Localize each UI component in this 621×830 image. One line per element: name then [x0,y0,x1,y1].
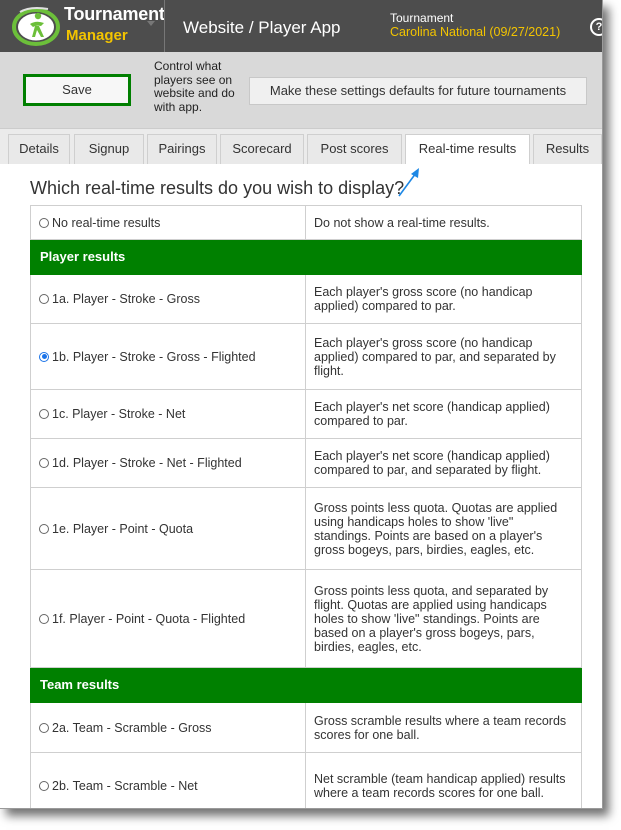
option-description-text: Each player's net score (handicap applie… [314,449,550,477]
option-description: Each player's net score (handicap applie… [305,389,582,439]
option-cell[interactable]: 1a. Player - Stroke - Gross [30,274,306,324]
option-description: Gross scramble results where a team reco… [305,702,582,753]
option-label[interactable]: 1d. Player - Stroke - Net - Flighted [52,456,242,470]
option-label[interactable]: 1e. Player - Point - Quota [52,522,193,536]
page-title: Website / Player App [183,18,341,37]
tournament-label: Tournament [390,11,454,25]
radio-button[interactable] [39,458,49,468]
tab-results[interactable]: Results [533,134,602,164]
option-description-text: Each player's net score (handicap applie… [314,400,550,428]
option-description: Gross points less quota. Quotas are appl… [305,487,582,570]
tab-post-scores[interactable]: Post scores [307,134,402,164]
option-row[interactable]: 1e. Player - Point - Quota Gross points l… [30,487,582,570]
option-row[interactable]: 1f. Player - Point - Quota - Flighted Gro… [30,569,582,668]
option-cell[interactable]: 1d. Player - Stroke - Net - Flighted [30,438,306,488]
option-cell[interactable]: 1c. Player - Stroke - Net [30,389,306,439]
radio-button[interactable] [39,523,49,534]
option-description: Each player's gross score (no handicap a… [305,274,582,324]
save-button[interactable]: Save [23,74,131,106]
option-description: Net scramble (team handicap applied) res… [305,752,582,808]
option-label[interactable]: 1f. Player - Point - Quota - Flighted [52,612,245,626]
option-label[interactable]: No real-time results [52,216,160,230]
radio-button[interactable] [39,217,49,228]
options-table: No real-time results Do not show a real-t… [30,205,582,808]
tab-bar: Details Signup Pairings Scorecard Post s… [0,128,602,165]
control-description: Control what players see on website and … [154,59,235,114]
option-description: Each player's net score (handicap applie… [305,438,582,488]
option-cell[interactable]: 2b. Team - Scramble - Net [30,752,306,808]
section-question: Which real-time results do you wish to d… [30,178,405,198]
option-row[interactable]: 1a. Player - Stroke - Gross Each player's… [30,274,582,324]
section-header-label: Team results [30,667,582,703]
option-label[interactable]: 1c. Player - Stroke - Net [52,407,185,421]
option-label[interactable]: 1a. Player - Stroke - Gross [52,292,200,306]
option-description-text: Do not show a real-time results. [314,215,490,230]
option-row[interactable]: 2a. Team - Scramble - Gross Gross scrambl… [30,702,582,753]
option-cell[interactable]: 1f. Player - Point - Quota - Flighted [30,569,306,668]
option-description-text: Gross scramble results where a team reco… [314,713,567,742]
option-row[interactable]: 1d. Player - Stroke - Net - Flighted Each… [30,438,582,488]
section-header-row: Team results [30,667,582,703]
option-row[interactable]: 1b. Player - Stroke - Gross - Flighted Ea… [30,323,582,390]
option-cell[interactable]: 1b. Player - Stroke - Gross - Flighted [30,323,306,390]
tab-scorecard[interactable]: Scorecard [220,134,304,164]
chevron-down-icon[interactable] [146,20,156,28]
tab-pairings[interactable]: Pairings [147,134,217,164]
option-cell[interactable]: 2a. Team - Scramble - Gross [30,702,306,753]
option-description-text: Each player's gross score (no handicap a… [314,285,533,313]
radio-button[interactable] [39,294,49,304]
option-row[interactable]: 2b. Team - Scramble - Net Net scramble (t… [30,752,582,808]
header-divider [164,0,165,52]
option-description: Do not show a real-time results. [305,205,582,240]
help-icon[interactable]: ? [590,18,602,36]
toolbar: Save Control what players see on website… [0,52,602,128]
option-description: Each player's gross score (no handicap a… [305,323,582,390]
option-description-text: Net scramble (team handicap applied) res… [314,771,566,800]
make-defaults-button[interactable]: Make these settings defaults for future … [249,77,587,105]
section-header-row: Player results [30,239,582,275]
option-description-text: Gross points less quota, and separated b… [314,583,549,654]
radio-button[interactable] [39,351,49,362]
section-header-label: Player results [30,239,582,275]
option-label[interactable]: 1b. Player - Stroke - Gross - Flighted [52,350,256,364]
radio-button[interactable] [39,409,49,419]
tournament-name[interactable]: Carolina National (09/27/2021) [390,25,560,39]
pointer-arrow-icon [398,168,419,197]
option-row[interactable]: 1c. Player - Stroke - Net Each player's n… [30,389,582,439]
tab-real-time-results[interactable]: Real-time results [405,134,530,165]
option-description: Gross points less quota, and separated b… [305,569,582,668]
option-description-text: Gross points less quota. Quotas are appl… [314,500,558,557]
app-window: Tournament Manager Website / Player App … [0,0,603,809]
main-content: Which real-time results do you wish to d… [0,164,602,808]
brand-name-line2: Manager [66,27,128,44]
option-description-text: Each player's gross score (no handicap a… [314,335,556,378]
golf-swing-logo-icon[interactable] [8,4,64,48]
option-label[interactable]: 2a. Team - Scramble - Gross [52,721,212,735]
radio-button[interactable] [39,613,49,624]
radio-button[interactable] [39,722,49,733]
app-header: Tournament Manager Website / Player App … [0,0,602,52]
option-cell[interactable]: No real-time results [30,205,306,240]
option-row[interactable]: No real-time results Do not show a real-t… [30,205,582,240]
option-label[interactable]: 2b. Team - Scramble - Net [52,779,198,793]
tab-details[interactable]: Details [8,134,70,164]
option-cell[interactable]: 1e. Player - Point - Quota [30,487,306,570]
tab-signup[interactable]: Signup [74,134,144,164]
radio-button[interactable] [39,780,49,791]
